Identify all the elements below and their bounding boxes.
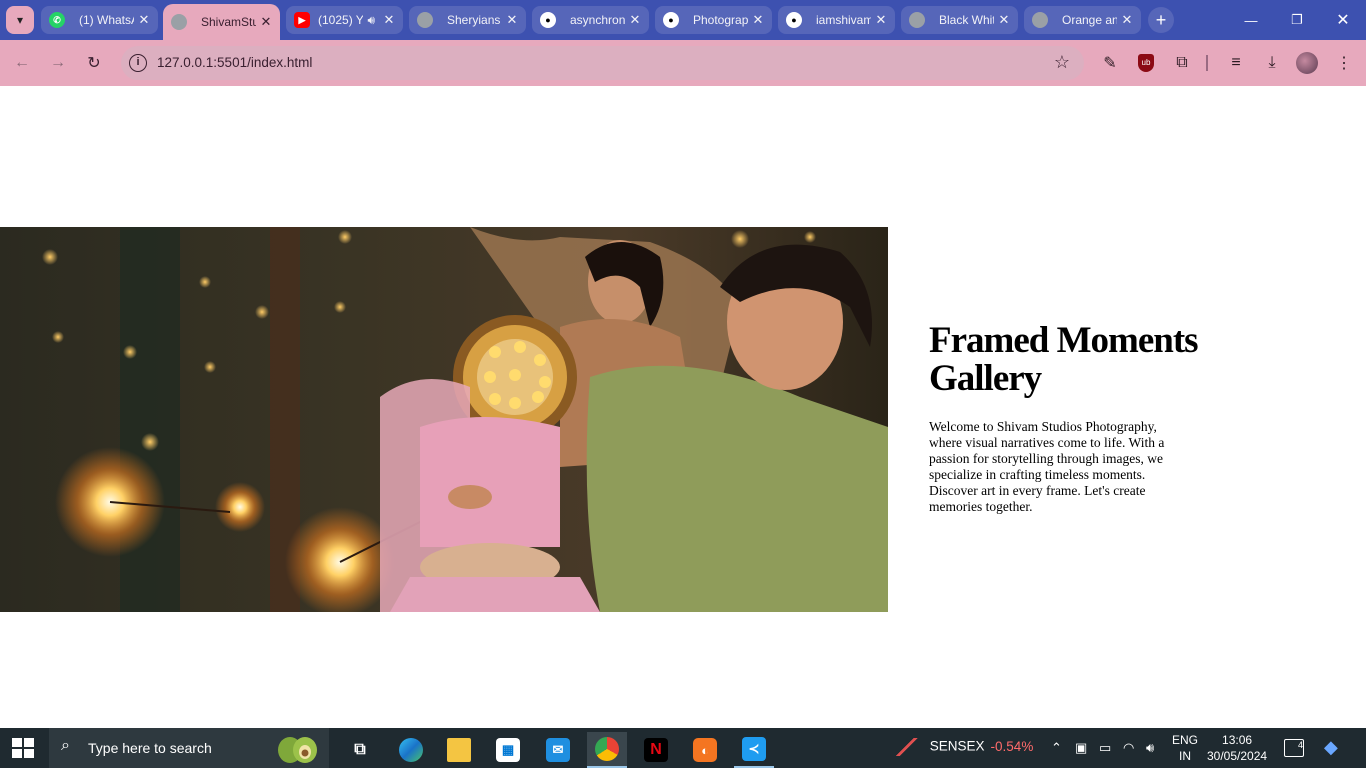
page-description: Welcome to Shivam Studios Photography, w… [929, 419, 1165, 514]
tab-orange[interactable]: Orange and ✕ [1024, 6, 1141, 34]
close-tab-icon[interactable]: ✕ [138, 12, 150, 28]
stock-change: -0.54% [990, 738, 1034, 754]
vscode-icon[interactable]: ≺ [734, 732, 774, 768]
browser-menu-icon[interactable]: ⋮ [1332, 51, 1356, 75]
file-explorer-icon[interactable] [439, 732, 479, 768]
language-code: ENG [1172, 733, 1199, 747]
crunchyroll-icon[interactable]: ◐ [685, 732, 725, 768]
notification-count: 4 [1297, 740, 1303, 750]
page-viewport: Framed Moments Gallery Welcome to Shivam… [0, 86, 1366, 728]
tab-black-white[interactable]: Black White ✕ [901, 6, 1018, 34]
stock-name: SENSEX [929, 738, 985, 754]
globe-icon [417, 12, 433, 28]
address-bar[interactable]: i 127.0.0.1:5501/index.html ☆ [121, 46, 1084, 80]
globe-icon [909, 12, 925, 28]
store-icon[interactable]: ▦ [488, 732, 528, 768]
tab-title: Photography [693, 13, 748, 27]
close-tab-icon[interactable]: ✕ [629, 12, 641, 28]
tab-search-button[interactable]: ▾ [6, 6, 34, 34]
ublock-icon[interactable]: ub [1134, 51, 1158, 75]
mail-icon[interactable]: ✉ [538, 732, 578, 768]
camera-icon[interactable]: ▣ [1075, 740, 1087, 756]
new-tab-button[interactable]: + [1148, 7, 1174, 33]
stock-chart-icon [896, 738, 918, 756]
extensions-icon[interactable]: ⧉ [1170, 51, 1194, 75]
downloads-icon[interactable]: ⤓ [1260, 51, 1284, 75]
hero-photo [0, 227, 888, 612]
tab-youtube[interactable]: ▶ (1025) YouTube 🔊︎ ✕ [286, 6, 403, 34]
tab-title: ShivamStudios [201, 15, 256, 29]
back-button[interactable]: ← [8, 49, 36, 77]
close-tab-icon[interactable]: ✕ [383, 12, 395, 28]
windows-start-icon[interactable] [12, 738, 34, 758]
volume-icon[interactable]: 🔊︎ [1146, 740, 1154, 756]
media-control-icon[interactable]: ≡ [1224, 51, 1248, 75]
windows-taskbar: ⌕ Type here to search ⧉ ▦ ✉ N ◐ ≺ SENSEX… [0, 728, 1366, 768]
language-indicator[interactable]: ENG IN [1172, 732, 1198, 764]
region-code: IN [1179, 749, 1191, 763]
search-highlight-avocado-icon [278, 737, 317, 763]
close-tab-icon[interactable]: ✕ [998, 12, 1010, 28]
reload-button[interactable]: ↻ [80, 49, 108, 77]
edge-icon[interactable] [391, 732, 431, 768]
search-icon: ⌕ [61, 737, 70, 754]
tab-title: (1) WhatsApp [79, 13, 134, 27]
clock-date: 30/05/2024 [1207, 749, 1268, 763]
tab-title: iamshivam [816, 13, 871, 27]
minimize-button[interactable]: ― [1228, 0, 1274, 40]
close-tab-icon[interactable]: ✕ [752, 12, 764, 28]
close-tab-icon[interactable]: ✕ [506, 12, 518, 28]
globe-icon [1032, 12, 1048, 28]
battery-icon[interactable]: ▭ [1099, 740, 1111, 756]
youtube-icon: ▶ [294, 12, 310, 28]
tab-title: Sheryians [447, 13, 501, 27]
tab-title: asynchronous [570, 13, 625, 27]
browser-tabstrip: ▾ ✆ (1) WhatsApp ✕ ShivamStudios ✕ ▶ (10… [0, 0, 1366, 40]
profile-avatar[interactable] [1295, 51, 1319, 75]
globe-icon [171, 14, 187, 30]
bookmark-star-icon[interactable]: ☆ [1054, 52, 1070, 73]
tab-whatsapp[interactable]: ✆ (1) WhatsApp ✕ [41, 6, 158, 34]
copilot-icon[interactable]: ◆ [1324, 737, 1338, 758]
taskbar-search-box[interactable]: ⌕ Type here to search [49, 728, 329, 768]
close-tab-icon[interactable]: ✕ [875, 12, 887, 28]
tab-title: Black White [939, 13, 994, 27]
toolbar-divider [1206, 55, 1208, 71]
page-title: Framed Moments Gallery [929, 320, 1199, 399]
restore-button[interactable]: ❐ [1274, 0, 1320, 40]
wifi-icon[interactable]: ◠ [1123, 740, 1134, 756]
github-icon: ● [663, 12, 679, 28]
tab-title: Orange and [1062, 13, 1117, 27]
tab-shivamstudios[interactable]: ShivamStudios ✕ [163, 4, 280, 40]
url-text: 127.0.0.1:5501/index.html [157, 55, 313, 70]
tab-sheryians[interactable]: Sheryians ✕ [409, 6, 526, 34]
close-window-button[interactable]: ✕ [1320, 0, 1366, 40]
tab-github-async[interactable]: ● asynchronous ✕ [532, 6, 649, 34]
task-view-icon[interactable]: ⧉ [340, 732, 380, 768]
eyedropper-icon[interactable]: ✎ [1098, 51, 1122, 75]
clock[interactable]: 13:06 30/05/2024 [1207, 732, 1267, 764]
tab-github-photography[interactable]: ● Photography ✕ [655, 6, 772, 34]
close-tab-icon[interactable]: ✕ [1121, 12, 1133, 28]
tab-title: (1025) YouTube [318, 13, 363, 27]
chrome-icon[interactable] [587, 732, 627, 768]
browser-toolbar: ← → ↻ i 127.0.0.1:5501/index.html ☆ ✎ ub… [0, 40, 1366, 86]
clock-time: 13:06 [1222, 733, 1253, 747]
diwali-family-photo [0, 227, 888, 612]
whatsapp-icon: ✆ [49, 12, 65, 28]
tab-github-iamshivam[interactable]: ● iamshivam ✕ [778, 6, 895, 34]
speaker-icon[interactable]: 🔊︎ [367, 13, 375, 28]
github-icon: ● [786, 12, 802, 28]
close-tab-icon[interactable]: ✕ [260, 14, 272, 30]
show-hidden-icons-icon[interactable]: ⌃ [1051, 740, 1062, 756]
github-icon: ● [540, 12, 556, 28]
search-placeholder: Type here to search [88, 740, 212, 756]
netflix-icon[interactable]: N [636, 732, 676, 768]
forward-button[interactable]: → [44, 49, 72, 77]
notification-center-icon[interactable]: 4 [1284, 739, 1304, 757]
stock-widget[interactable]: SENSEX -0.54% [896, 738, 1033, 756]
site-info-icon[interactable]: i [129, 54, 147, 72]
